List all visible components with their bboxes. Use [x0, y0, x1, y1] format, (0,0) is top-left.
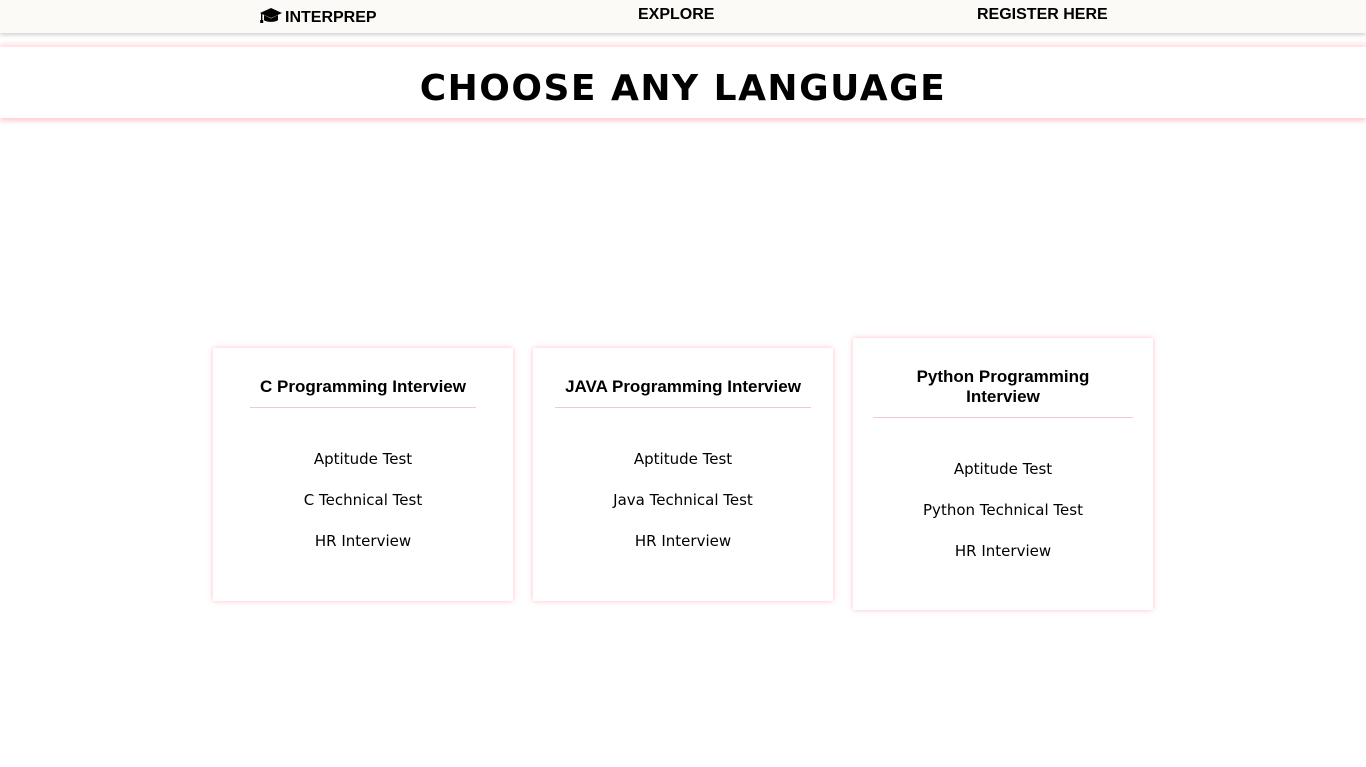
graduation-cap-icon [259, 7, 285, 29]
card-link-list: Aptitude Test C Technical Test HR Interv… [213, 450, 513, 550]
technical-test-link[interactable]: Python Technical Test [853, 501, 1153, 519]
python-programming-card: Python Programming Interview Aptitude Te… [853, 338, 1153, 610]
page-title: CHOOSE ANY LANGUAGE [419, 68, 947, 109]
title-band: CHOOSE ANY LANGUAGE [0, 47, 1366, 118]
hr-interview-link[interactable]: HR Interview [213, 532, 513, 550]
brand-name: INTERPREP [285, 9, 377, 26]
explore-link[interactable]: EXPLORE [638, 6, 714, 24]
card-title: Python Programming Interview [916, 367, 1090, 406]
card-divider [555, 407, 811, 408]
hr-interview-link[interactable]: HR Interview [533, 532, 833, 550]
technical-test-link[interactable]: Java Technical Test [533, 491, 833, 509]
c-programming-card: C Programming Interview Aptitude Test C … [213, 348, 513, 601]
hr-interview-link[interactable]: HR Interview [853, 542, 1153, 560]
card-title: JAVA Programming Interview [565, 377, 801, 396]
top-navbar: INTERPREP EXPLORE REGISTER HERE [0, 0, 1366, 33]
brand-link[interactable]: INTERPREP [259, 7, 377, 29]
card-divider [873, 417, 1133, 418]
card-link-list: Aptitude Test Python Technical Test HR I… [853, 460, 1153, 560]
card-divider [250, 407, 476, 408]
aptitude-test-link[interactable]: Aptitude Test [533, 450, 833, 468]
technical-test-link[interactable]: C Technical Test [213, 491, 513, 509]
register-link[interactable]: REGISTER HERE [977, 6, 1108, 24]
aptitude-test-link[interactable]: Aptitude Test [213, 450, 513, 468]
card-title: C Programming Interview [260, 377, 466, 396]
java-programming-card: JAVA Programming Interview Aptitude Test… [533, 348, 833, 601]
aptitude-test-link[interactable]: Aptitude Test [853, 460, 1153, 478]
card-link-list: Aptitude Test Java Technical Test HR Int… [533, 450, 833, 550]
